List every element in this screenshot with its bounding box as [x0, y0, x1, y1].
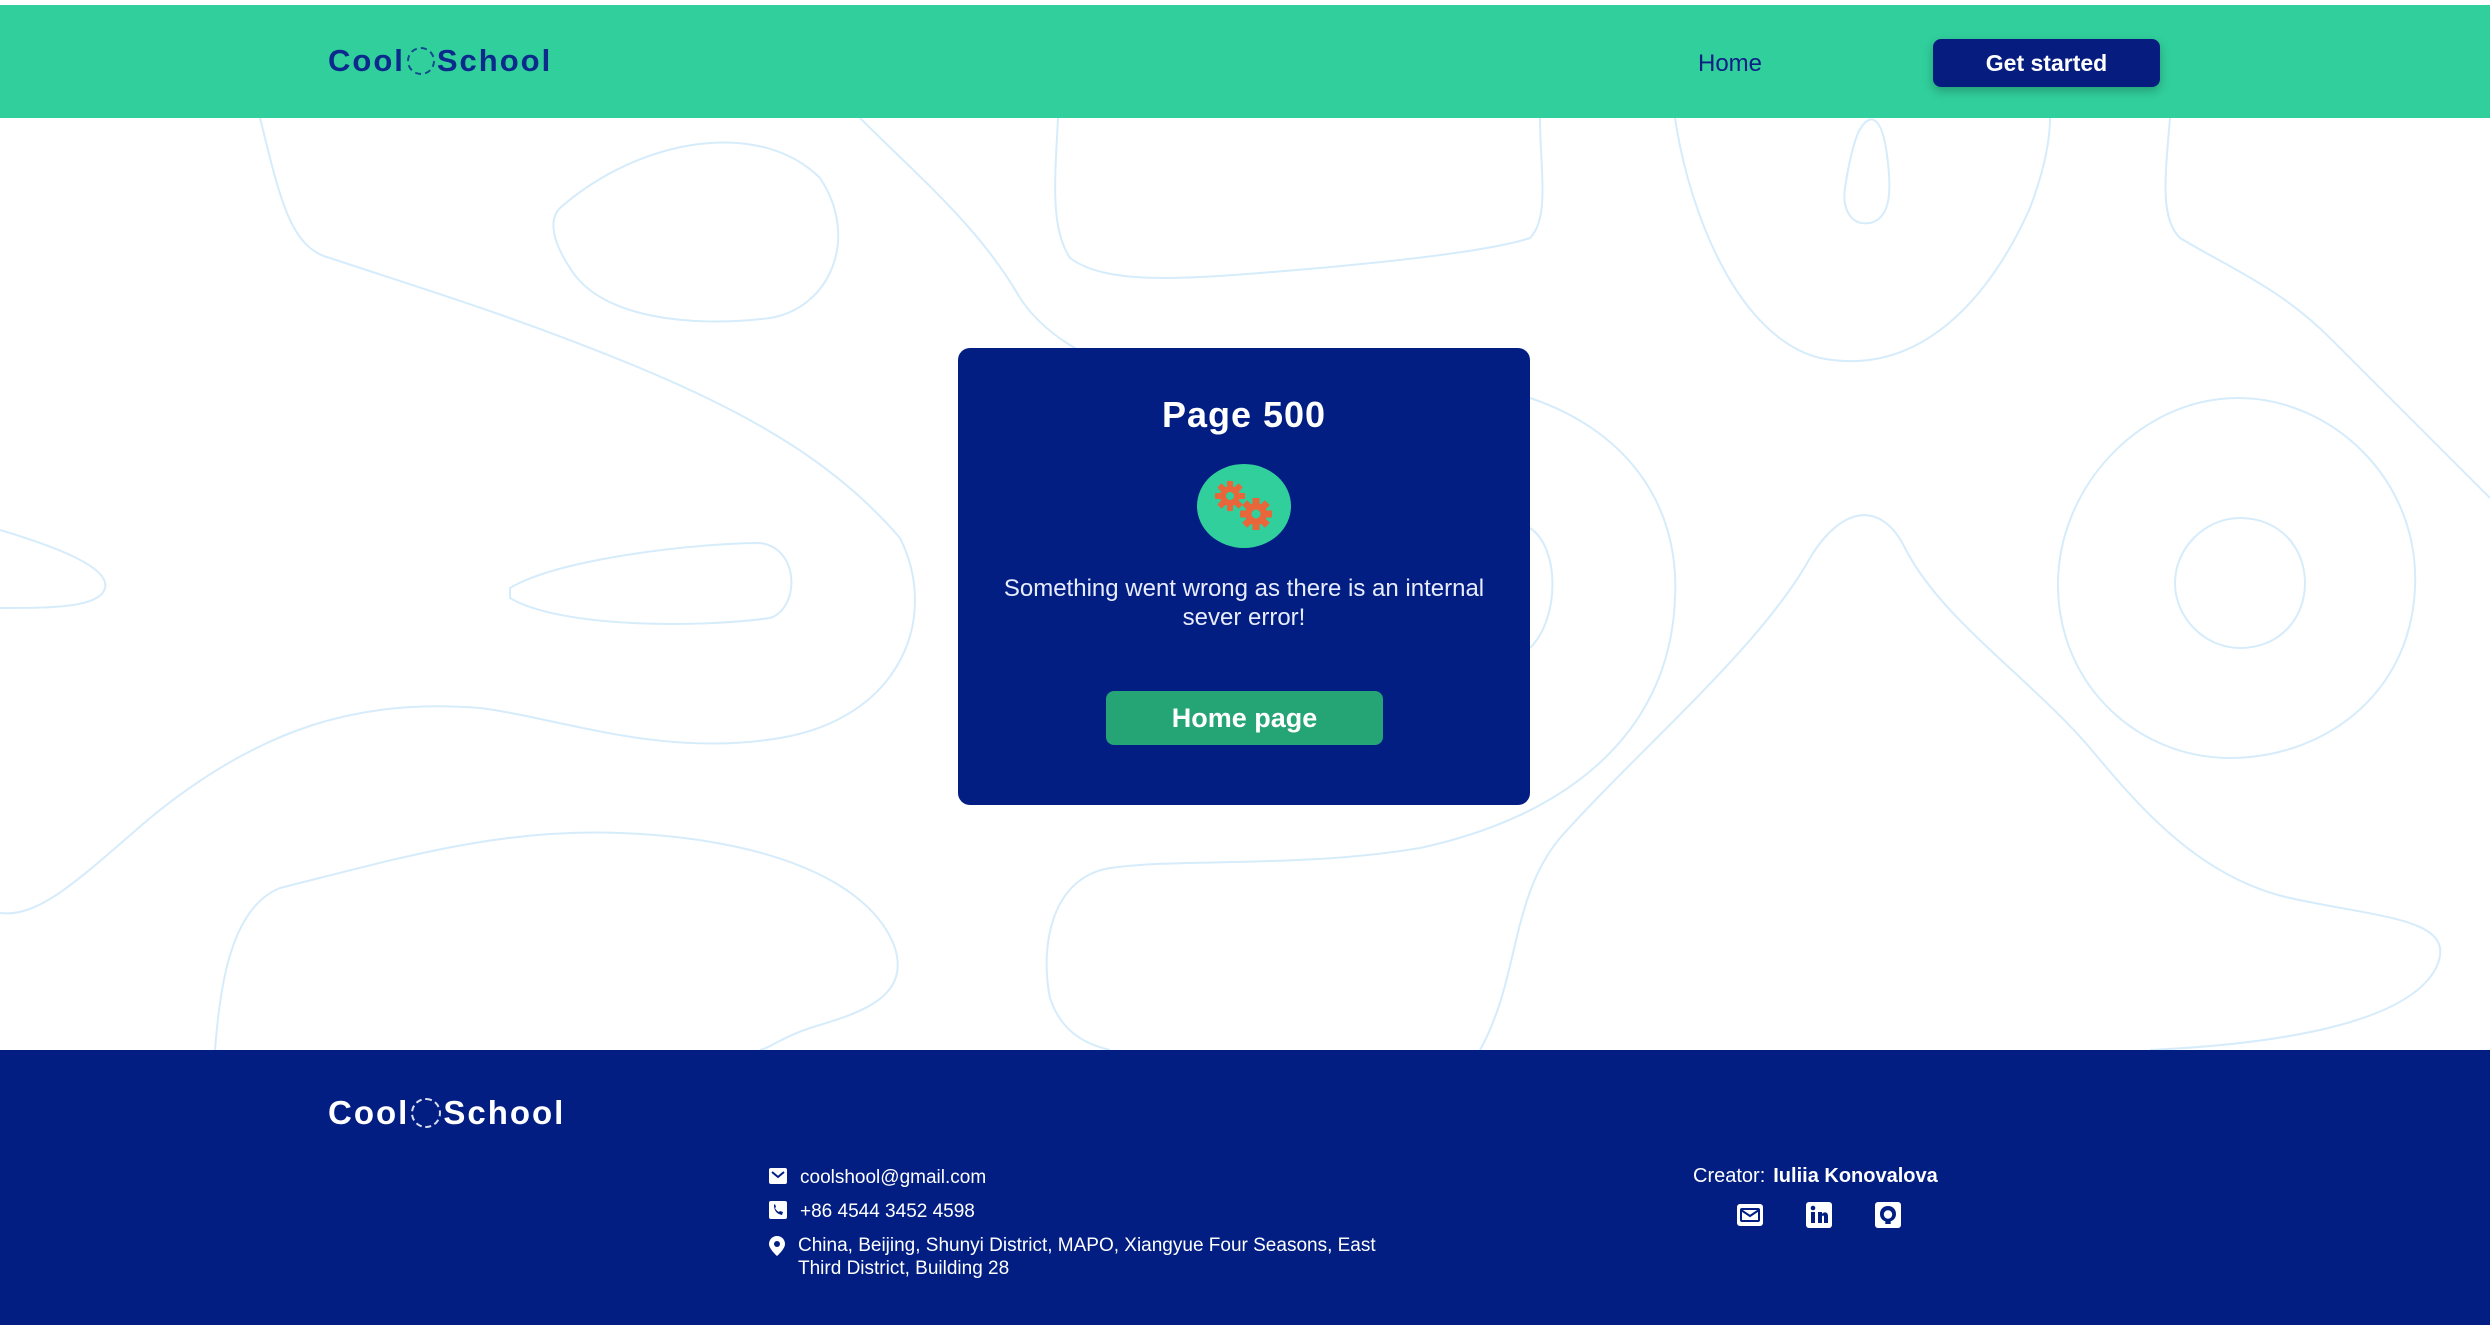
nav-home-link[interactable]: Home: [1698, 50, 1762, 78]
gears-icon: [1197, 464, 1291, 548]
logo-text-right: School: [436, 43, 553, 78]
header-logo[interactable]: Cool School: [328, 43, 552, 79]
github-icon[interactable]: [1873, 1200, 1903, 1230]
phone-icon: [769, 1201, 787, 1219]
creator-label: Creator:: [1693, 1165, 1766, 1187]
location-pin-icon: [769, 1236, 785, 1256]
logo-text-left: Cool: [328, 1094, 410, 1131]
contact-phone[interactable]: +86 4544 3452 4598: [768, 1200, 975, 1223]
creator-name: Iuliia Konovalova: [1773, 1165, 1938, 1187]
phone-text: +86 4544 3452 4598: [800, 1201, 975, 1222]
site-header: Cool School Home Get started: [0, 5, 2490, 118]
home-page-button[interactable]: Home page: [1106, 691, 1383, 745]
site-footer: Cool School coolshool@gmail.com +86 4544…: [0, 1050, 2490, 1325]
logo-text-left: Cool: [328, 43, 405, 78]
mail-icon[interactable]: [1735, 1200, 1765, 1230]
page-title: Page 500: [1161, 394, 1327, 435]
error-card: Page 500 Something went wrong as there i…: [958, 348, 1530, 805]
email-text: coolshool@gmail.com: [800, 1167, 987, 1188]
contact-email[interactable]: coolshool@gmail.com: [768, 1166, 986, 1189]
globe-icon: [406, 47, 435, 75]
globe-icon: [411, 1098, 442, 1128]
error-message: Something went wrong as there is an inte…: [1003, 575, 1485, 631]
linkedin-icon[interactable]: [1804, 1200, 1834, 1230]
address-text: China, Beijing, Shunyi District, MAPO, X…: [798, 1235, 1376, 1279]
contact-address: China, Beijing, Shunyi District, MAPO, X…: [768, 1234, 1418, 1280]
logo-text-right: School: [443, 1094, 566, 1131]
footer-logo[interactable]: Cool School: [328, 1094, 565, 1132]
creator-credit: Creator: Iuliia Konovalova: [1693, 1165, 1938, 1188]
get-started-button[interactable]: Get started: [1933, 39, 2160, 87]
mail-icon: [769, 1168, 787, 1184]
